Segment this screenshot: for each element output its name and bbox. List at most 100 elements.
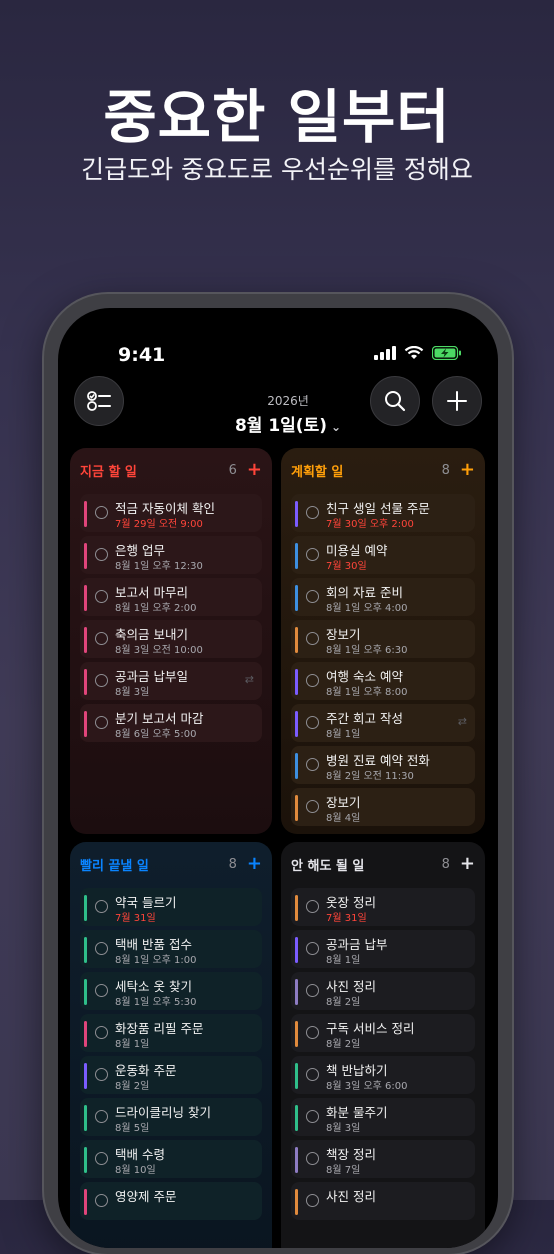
quadrant-add-icon[interactable]: + [460, 461, 475, 479]
chevron-down-icon: ⌄ [330, 420, 342, 434]
task-row[interactable]: 영양제 주문 [80, 1182, 262, 1220]
task-checkbox[interactable] [95, 1152, 108, 1165]
date-selector[interactable]: 8월 1일(토) ⌄ [198, 411, 378, 436]
task-row[interactable]: 장보기 8월 4일 [291, 788, 475, 826]
task-row[interactable]: 은행 업무 8월 1일 오후 12:30 [80, 536, 262, 574]
task-row[interactable]: 병원 진료 예약 전화 8월 2일 오전 11:30 [291, 746, 475, 784]
task-color-bar [84, 937, 87, 963]
quadrant-add-icon[interactable]: + [460, 855, 475, 873]
task-due: 8월 1일 오후 6:30 [326, 645, 408, 656]
task-row[interactable]: 분기 보고서 마감 8월 6일 오후 5:00 [80, 704, 262, 742]
task-checkbox[interactable] [306, 716, 319, 729]
task-checkbox[interactable] [306, 1110, 319, 1123]
task-row[interactable]: 화장품 리필 주문 8월 1일 [80, 1014, 262, 1052]
quadrant-add-icon[interactable]: + [247, 461, 262, 479]
task-color-bar [84, 1021, 87, 1047]
task-row[interactable]: 사진 정리 [291, 1182, 475, 1220]
task-list: 옷장 정리 7월 31일공과금 납부 8월 1일사진 정리 8월 2일구독 서비스 정… [291, 888, 475, 1224]
task-list: 약국 들르기 7월 31일택배 반품 접수 8월 1일 오후 1:00 세탁소 옷 찾… [80, 888, 262, 1224]
task-due: 8월 10일 [115, 1165, 156, 1176]
task-checkbox[interactable] [306, 1068, 319, 1081]
signal-icon [374, 346, 396, 360]
task-checkbox[interactable] [95, 632, 108, 645]
task-checkbox[interactable] [306, 632, 319, 645]
task-checkbox[interactable] [306, 758, 319, 771]
task-color-bar [295, 937, 298, 963]
task-row[interactable]: 옷장 정리 7월 31일 [291, 888, 475, 926]
task-checkbox[interactable] [95, 674, 108, 687]
quadrant-add-icon[interactable]: + [247, 855, 262, 873]
task-row[interactable]: 장보기 8월 1일 오후 6:30 [291, 620, 475, 658]
task-checkbox[interactable] [306, 674, 319, 687]
quadrant-header: 빨리 끝낼 일 8 + [80, 854, 262, 874]
quadrant-header: 계획할 일 8 + [291, 460, 475, 480]
task-row[interactable]: 세탁소 옷 찾기 8월 1일 오후 5:30 [80, 972, 262, 1010]
task-row[interactable]: 공과금 납부 8월 1일 [291, 930, 475, 968]
task-due: 8월 3일 오전 10:00 [115, 645, 203, 656]
task-row[interactable]: 친구 생일 선물 주문 7월 30일 오후 2:00 [291, 494, 475, 532]
task-checkbox[interactable] [306, 1194, 319, 1207]
quadrant-quick: 빨리 끝낼 일 8 + 약국 들르기 7월 31일 택배 반품 접수 8월 1일 오후 1:… [70, 842, 272, 1248]
task-row[interactable]: 책 반납하기 8월 3일 오후 6:00 [291, 1056, 475, 1094]
task-checkbox[interactable] [306, 548, 319, 561]
task-checkbox[interactable] [95, 716, 108, 729]
task-due: 8월 2일 오전 11:30 [326, 771, 414, 782]
task-row[interactable]: 공과금 납부일 8월 3일 ⇄ [80, 662, 262, 700]
task-checkbox[interactable] [95, 942, 108, 955]
task-row[interactable]: 회의 자료 준비 8월 1일 오후 4:00 [291, 578, 475, 616]
task-due: 8월 4일 [326, 813, 361, 824]
task-checkbox[interactable] [306, 800, 319, 813]
search-button[interactable] [370, 376, 420, 426]
date-year: 2026년 [267, 394, 309, 408]
quadrant-title: 안 해도 될 일 [291, 858, 365, 874]
task-color-bar [295, 669, 298, 695]
task-checkbox[interactable] [95, 984, 108, 997]
task-row[interactable]: 화분 물주기 8월 3일 [291, 1098, 475, 1136]
quadrant-count: 8 [228, 856, 237, 872]
task-checkbox[interactable] [95, 1110, 108, 1123]
task-row[interactable]: 사진 정리 8월 2일 [291, 972, 475, 1010]
task-checkbox[interactable] [95, 1194, 108, 1207]
task-checkbox[interactable] [95, 548, 108, 561]
task-checkbox[interactable] [95, 1068, 108, 1081]
task-row[interactable]: 운동화 주문 8월 2일 [80, 1056, 262, 1094]
list-menu-button[interactable] [74, 376, 124, 426]
task-row[interactable]: 여행 숙소 예약 8월 1일 오후 8:00 [291, 662, 475, 700]
task-checkbox[interactable] [306, 590, 319, 603]
task-row[interactable]: 드라이클리닝 찾기 8월 5일 [80, 1098, 262, 1136]
task-row[interactable]: 택배 수령 8월 10일 [80, 1140, 262, 1178]
quadrant-do-now: 지금 할 일 6 + 적금 자동이체 확인 7월 29일 오전 9:00 은행 업무 8월 … [70, 448, 272, 834]
task-color-bar [84, 1147, 87, 1173]
task-row[interactable]: 주간 회고 작성 8월 1일 ⇄ [291, 704, 475, 742]
task-color-bar [84, 1063, 87, 1089]
task-checkbox[interactable] [306, 942, 319, 955]
task-color-bar [295, 1189, 298, 1215]
add-task-button[interactable] [432, 376, 482, 426]
app-screen: 9:41 2026년 8월 1일(토) ⌄ 지금 할 일 6 + 적금 자동이체… [58, 308, 498, 1248]
task-checkbox[interactable] [306, 1152, 319, 1165]
date-picker[interactable]: 2026년 8월 1일(토) ⌄ [198, 392, 378, 436]
task-due: 7월 30일 오후 2:00 [326, 519, 414, 530]
task-checkbox[interactable] [306, 900, 319, 913]
task-checkbox[interactable] [306, 1026, 319, 1039]
task-row[interactable]: 구독 서비스 정리 8월 2일 [291, 1014, 475, 1052]
task-checkbox[interactable] [95, 900, 108, 913]
task-checkbox[interactable] [306, 984, 319, 997]
task-due: 7월 29일 오전 9:00 [115, 519, 203, 530]
task-row[interactable]: 택배 반품 접수 8월 1일 오후 1:00 [80, 930, 262, 968]
task-color-bar [84, 895, 87, 921]
quadrant-plan: 계획할 일 8 + 친구 생일 선물 주문 7월 30일 오후 2:00 미용실 예약 7월… [281, 448, 485, 834]
task-row[interactable]: 미용실 예약 7월 30일 [291, 536, 475, 574]
task-checkbox[interactable] [306, 506, 319, 519]
task-color-bar [295, 501, 298, 527]
task-row[interactable]: 축의금 보내기 8월 3일 오전 10:00 [80, 620, 262, 658]
task-row[interactable]: 보고서 마무리 8월 1일 오후 2:00 [80, 578, 262, 616]
task-color-bar [295, 795, 298, 821]
task-checkbox[interactable] [95, 506, 108, 519]
task-row[interactable]: 적금 자동이체 확인 7월 29일 오전 9:00 [80, 494, 262, 532]
task-row[interactable]: 책장 정리 8월 7일 [291, 1140, 475, 1178]
task-checkbox[interactable] [95, 1026, 108, 1039]
task-row[interactable]: 약국 들르기 7월 31일 [80, 888, 262, 926]
task-checkbox[interactable] [95, 590, 108, 603]
hero-title: 중요한 일부터 [103, 83, 451, 151]
